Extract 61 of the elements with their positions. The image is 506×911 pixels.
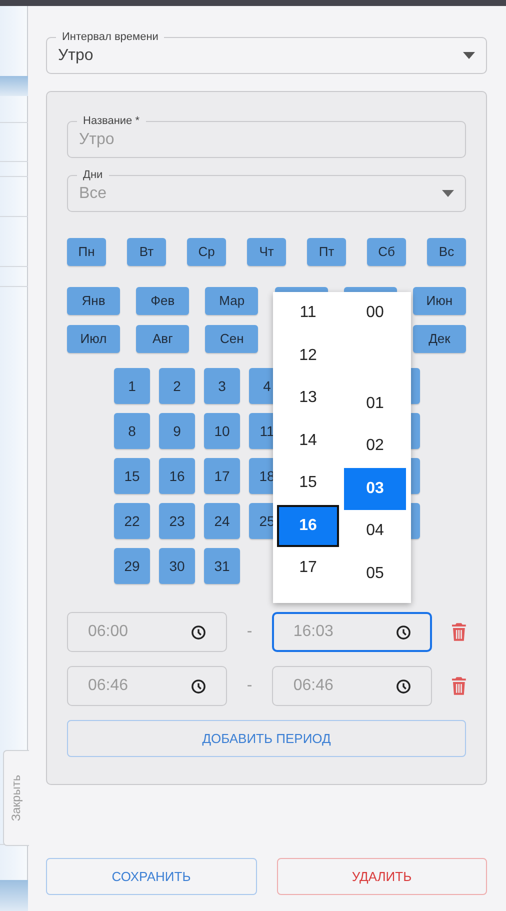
day-chip[interactable]: 17 <box>204 458 240 494</box>
hour-option[interactable]: 11 <box>277 292 339 334</box>
month-chip[interactable]: Фев <box>136 287 190 315</box>
hour-option[interactable]: 16 <box>277 504 339 547</box>
save-button[interactable]: СОХРАНИТЬ <box>46 858 256 895</box>
clock-icon[interactable] <box>396 624 412 640</box>
dropdown-caret-icon <box>463 52 475 59</box>
minute-option[interactable]: 01 <box>344 382 406 425</box>
add-period-button[interactable]: ДОБАВИТЬ ПЕРИОД <box>67 720 466 757</box>
day-chip[interactable]: 22 <box>114 503 150 539</box>
time-value: 06:00 <box>88 622 128 642</box>
weekday-chip[interactable]: Сб <box>367 238 406 266</box>
range-separator: - <box>246 676 254 696</box>
minute-option[interactable]: 03 <box>344 468 406 510</box>
day-chip[interactable]: 1 <box>114 368 150 404</box>
weekday-chip[interactable]: Ср <box>187 238 226 266</box>
minute-option[interactable]: 02 <box>344 425 406 468</box>
weekday-chip[interactable]: Пт <box>307 238 346 266</box>
month-chip[interactable]: Сен <box>205 325 258 353</box>
day-chip[interactable]: 31 <box>204 548 240 584</box>
range-separator: - <box>246 622 254 642</box>
field-value: Утро <box>79 130 114 150</box>
time-value: 16:03 <box>293 622 334 642</box>
day-chip[interactable]: 3 <box>204 368 240 404</box>
minute-option[interactable]: 00 <box>344 292 406 334</box>
month-chip[interactable]: Мар <box>205 287 258 315</box>
day-chip[interactable]: 29 <box>114 548 150 584</box>
select-value: Утро <box>58 46 94 66</box>
delete-button[interactable]: УДАЛИТЬ <box>276 858 487 895</box>
field-label: Интервал времени <box>56 30 164 44</box>
day-chip[interactable]: 23 <box>159 503 195 539</box>
time-value: 06:46 <box>88 676 128 696</box>
month-chip[interactable]: Июн <box>412 287 466 315</box>
weekday-chip[interactable]: Чт <box>247 238 286 266</box>
minute-option[interactable]: 05 <box>344 552 406 595</box>
day-chip[interactable]: 30 <box>159 548 195 584</box>
day-chip[interactable]: 10 <box>204 413 240 449</box>
weekday-chip[interactable]: Пн <box>67 238 106 266</box>
clock-icon[interactable] <box>190 678 206 694</box>
time-value: 06:46 <box>293 676 334 696</box>
month-chip[interactable]: Авг <box>136 325 190 353</box>
weekday-chip[interactable]: Вт <box>127 238 166 266</box>
clock-icon[interactable] <box>190 624 206 640</box>
trash-icon[interactable] <box>452 623 466 641</box>
dropdown-caret-icon <box>442 190 454 197</box>
trash-icon[interactable] <box>452 677 466 695</box>
day-chip[interactable]: 15 <box>114 458 150 494</box>
month-chip[interactable]: Дек <box>412 325 466 353</box>
weekday-chip[interactable]: Вс <box>427 238 466 266</box>
day-chip[interactable]: 2 <box>159 368 195 404</box>
day-chip[interactable]: 9 <box>159 413 195 449</box>
day-chip[interactable]: 8 <box>114 413 150 449</box>
hour-option[interactable]: 17 <box>277 547 339 590</box>
clock-icon[interactable] <box>396 678 412 694</box>
month-chip[interactable]: Янв <box>67 287 120 315</box>
month-chip[interactable]: Июл <box>67 325 120 353</box>
select-value: Все <box>79 184 107 204</box>
day-chip[interactable]: 16 <box>159 458 195 494</box>
minute-option[interactable]: 04 <box>344 510 406 552</box>
field-label: Дни <box>77 168 109 182</box>
day-chip[interactable]: 24 <box>204 503 240 539</box>
